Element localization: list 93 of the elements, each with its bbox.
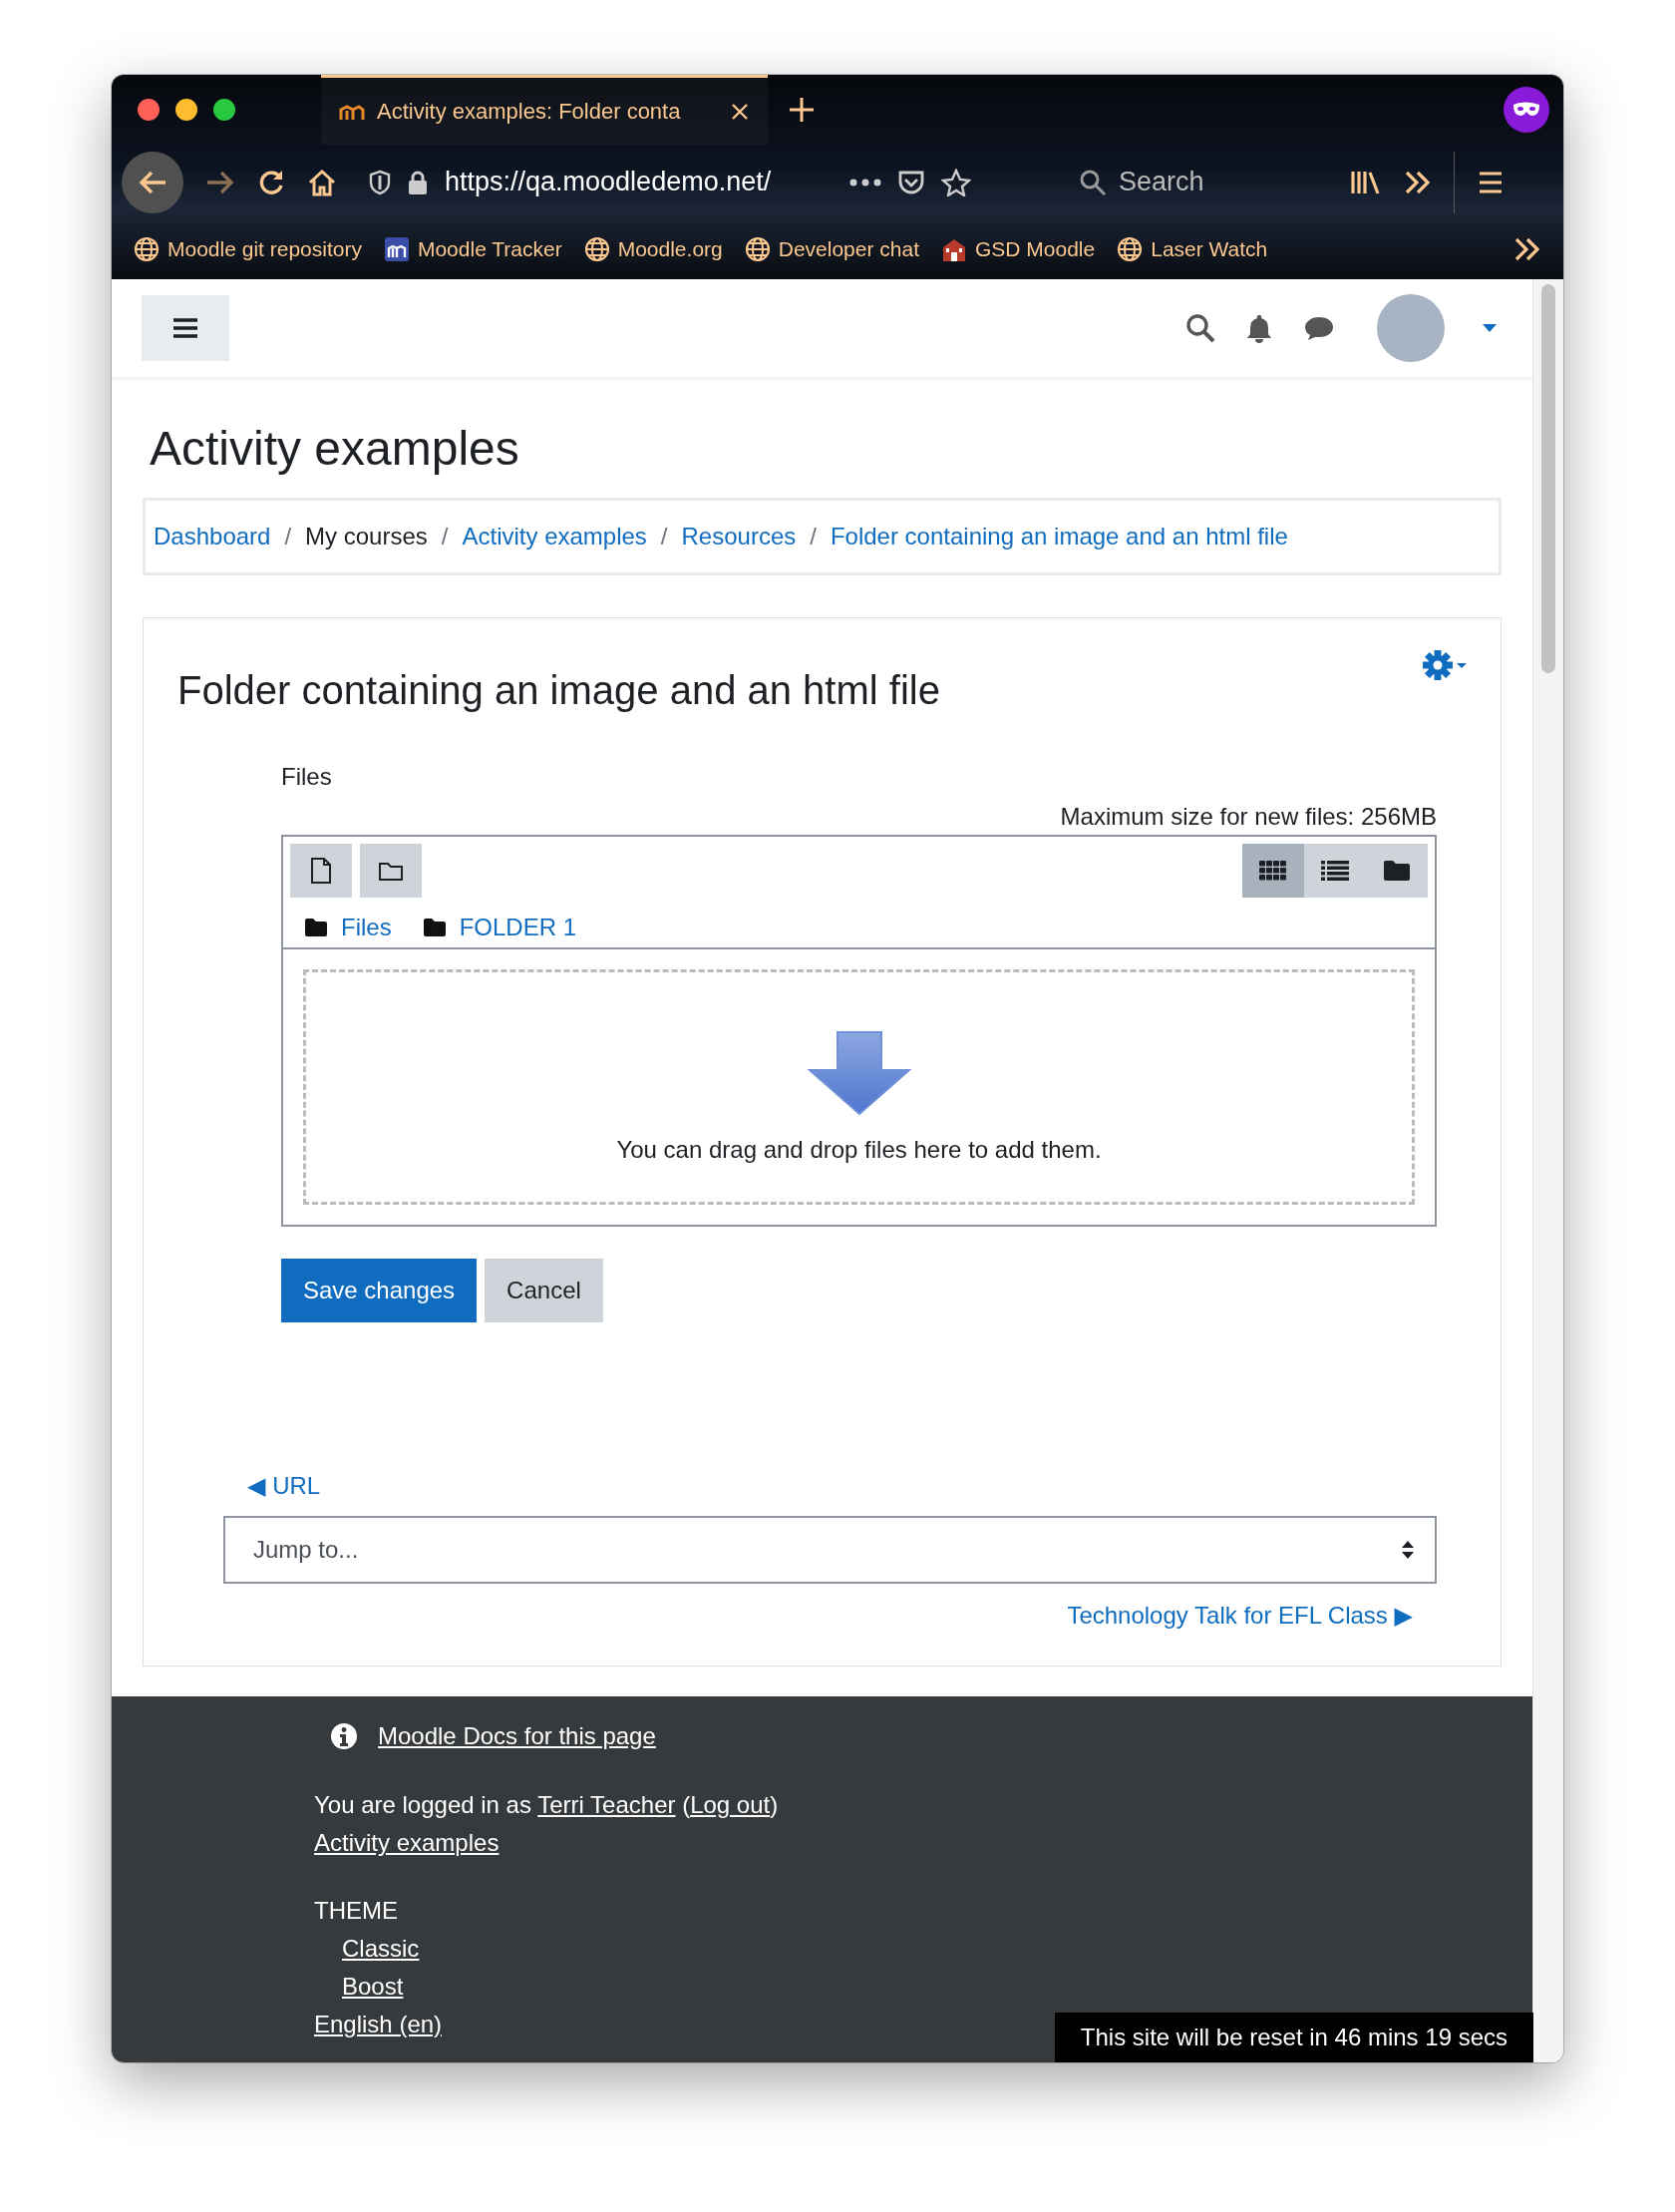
breadcrumb-separator: / xyxy=(284,523,292,551)
bookmark-item[interactable]: GSD Moodle xyxy=(941,236,1096,262)
drop-hint-text: You can drag and drop files here to add them. xyxy=(616,1136,1102,1164)
course-link[interactable]: Activity examples xyxy=(314,1829,500,1856)
view-toggle-button[interactable] xyxy=(1304,844,1366,898)
close-icon[interactable] xyxy=(730,101,750,122)
globe-icon xyxy=(744,236,771,262)
docs-link[interactable]: Moodle Docs for this page xyxy=(378,1722,656,1750)
globe-icon xyxy=(1117,236,1144,262)
chevrons-icon[interactable] xyxy=(1513,236,1541,262)
reload-icon[interactable] xyxy=(257,168,285,196)
chevrons-icon[interactable] xyxy=(1404,169,1432,195)
field-label: Files xyxy=(281,763,333,791)
breadcrumb-separator: / xyxy=(441,523,449,551)
login-info-text: You are logged in as Terri Teacher (Log out) xyxy=(314,1790,780,1820)
folder-icon xyxy=(1384,861,1410,881)
url-text: https://qa.moodledemo.net/ xyxy=(445,167,773,197)
save-button[interactable]: Save changes xyxy=(281,1259,478,1322)
theme-link[interactable]: Boost xyxy=(342,1973,404,2000)
down-arrow-icon xyxy=(807,1030,911,1118)
bookmark-item[interactable]: Moodle git repository xyxy=(134,236,362,262)
page-heading: Activity examples xyxy=(150,421,520,476)
breadcrumb-text: My courses xyxy=(305,523,428,551)
window-control-icon[interactable] xyxy=(138,99,160,121)
shield-icon xyxy=(369,169,391,195)
school-building-icon xyxy=(941,236,967,262)
breadcrumb-link[interactable]: Dashboard xyxy=(154,523,271,551)
mask-icon xyxy=(1511,102,1541,118)
breadcrumb-separator: / xyxy=(660,523,668,551)
breadcrumb-link[interactable]: Resources xyxy=(681,523,797,551)
globe-icon xyxy=(583,236,610,262)
star-icon[interactable] xyxy=(941,168,971,196)
create-folder-button[interactable] xyxy=(360,844,422,898)
max-size-text: Maximum size for new files: 256MB xyxy=(1059,803,1437,831)
bookmark-item[interactable]: Laser Watch xyxy=(1117,236,1268,262)
bell-icon[interactable] xyxy=(1245,313,1273,343)
pocket-icon[interactable] xyxy=(897,169,925,195)
window-control-icon[interactable] xyxy=(175,99,197,121)
add-file-button[interactable] xyxy=(290,844,352,898)
reset-notice: This site will be reset in 46 mins 19 secs xyxy=(1054,2013,1533,2062)
home-icon[interactable] xyxy=(307,168,337,196)
folder-icon xyxy=(378,860,404,882)
address-bar[interactable]: https://qa.moodledemo.net/ xyxy=(359,154,1037,210)
folder-icon xyxy=(305,919,327,936)
path-link[interactable]: Files xyxy=(341,914,392,941)
moodle-logo-icon xyxy=(383,236,410,262)
folder-icon xyxy=(423,919,446,936)
previous-activity-link[interactable]: ◀ URL xyxy=(247,1472,321,1500)
menu-icon xyxy=(172,317,198,339)
tab-title: Activity examples: Folder conta xyxy=(377,98,682,125)
info-icon xyxy=(330,1722,358,1750)
bookmark-item[interactable]: Developer chat xyxy=(744,236,919,262)
grid-view-icon xyxy=(1259,861,1287,881)
cancel-button[interactable]: Cancel xyxy=(485,1259,603,1322)
breadcrumb-separator: / xyxy=(810,523,817,551)
chat-bubble-icon[interactable] xyxy=(1303,314,1335,342)
view-toggle-button[interactable] xyxy=(1366,844,1428,898)
sort-arrows-icon xyxy=(1401,1540,1415,1560)
scrollbar[interactable] xyxy=(1532,279,1563,2062)
more-icon[interactable] xyxy=(849,178,881,186)
language-link[interactable]: English (en) xyxy=(314,2011,443,2037)
bookmark-item[interactable]: Moodle Tracker xyxy=(383,236,562,262)
file-icon xyxy=(310,857,332,885)
lock-icon xyxy=(407,169,429,195)
forward-arrow-icon[interactable] xyxy=(205,169,235,195)
settings-icon xyxy=(1423,648,1467,682)
new-tab-icon[interactable] xyxy=(788,96,816,124)
next-activity-link[interactable]: Technology Talk for EFL Class ▶ xyxy=(1067,1602,1413,1630)
user-link[interactable]: Terri Teacher xyxy=(537,1791,676,1818)
menu-icon[interactable] xyxy=(1477,170,1505,194)
drop-zone[interactable]: You can drag and drop files here to add them. xyxy=(303,969,1415,1205)
caret-icon[interactable] xyxy=(1483,324,1497,332)
scrollbar-thumb[interactable] xyxy=(1541,284,1555,673)
back-arrow-icon xyxy=(138,169,168,195)
list-view-icon xyxy=(1321,861,1349,881)
private-browsing-icon[interactable] xyxy=(1504,87,1549,133)
search-icon xyxy=(1079,168,1107,196)
path-link[interactable]: FOLDER 1 xyxy=(459,914,577,941)
search-field[interactable]: Search xyxy=(1059,154,1328,210)
window-control-icon[interactable] xyxy=(213,99,235,121)
activity-title: Folder containing an image and an html file xyxy=(177,668,941,713)
breadcrumb-link[interactable]: Folder containing an image and an html file xyxy=(830,523,1288,551)
search-icon[interactable] xyxy=(1185,313,1215,343)
theme-link[interactable]: Classic xyxy=(342,1935,420,1962)
bookmark-item[interactable]: Moodle.org xyxy=(583,236,723,262)
view-toggle-button[interactable] xyxy=(1242,844,1304,898)
browser-tab[interactable]: Activity examples: Folder conta xyxy=(321,75,768,145)
globe-icon xyxy=(134,236,160,262)
menu-button[interactable] xyxy=(142,295,229,361)
theme-heading: THEME xyxy=(314,1896,399,1926)
breadcrumb-link[interactable]: Activity examples xyxy=(462,523,647,551)
jump-to-select[interactable]: Jump to... xyxy=(223,1516,1437,1584)
search-placeholder: Search xyxy=(1119,167,1204,197)
